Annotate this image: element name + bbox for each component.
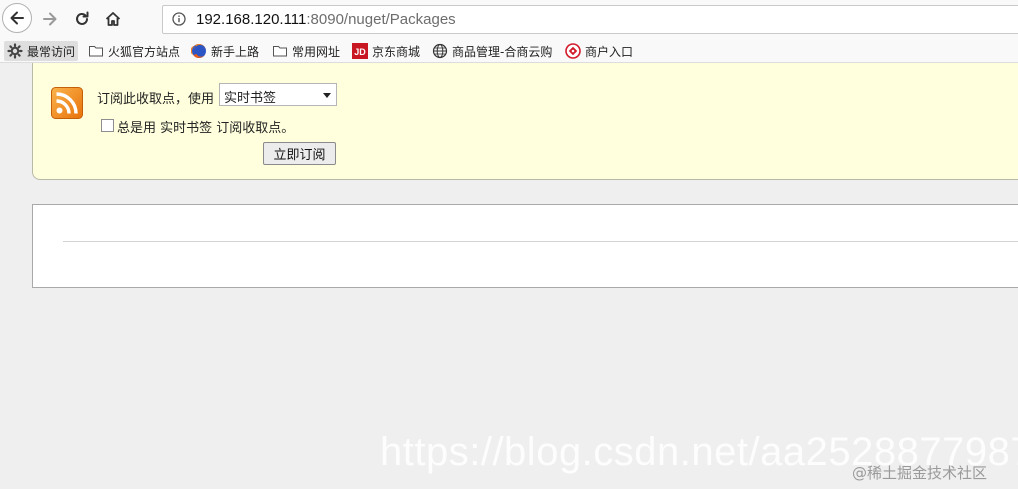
bookmark-label: 商户入口: [585, 44, 634, 59]
forward-button[interactable]: [35, 4, 65, 34]
jd-logo-icon: JD: [352, 43, 368, 59]
globe-icon: [432, 43, 448, 59]
feed-reader-select[interactable]: 实时书签: [219, 83, 337, 106]
rss-feed-icon: [51, 87, 83, 119]
bookmark-label: 常用网址: [292, 44, 341, 59]
always-use-checkbox[interactable]: [101, 119, 114, 132]
url-path: :8090/nuget/Packages: [306, 11, 456, 28]
bookmarks-toolbar: 最常访问 火狐官方站点 新手上路 常用网址 JD 京东商城 商品管理-合商云购 …: [0, 38, 1018, 63]
dropdown-arrow-icon: [323, 93, 331, 98]
home-icon: [105, 12, 121, 26]
bookmark-firefox-official[interactable]: 火狐官方站点: [88, 41, 180, 61]
bookmark-jd-mall[interactable]: JD 京东商城: [352, 41, 420, 61]
reload-button[interactable]: [67, 4, 97, 34]
arrow-right-icon: [43, 12, 57, 26]
bookmark-common-sites[interactable]: 常用网址: [272, 41, 340, 61]
content-divider: [63, 241, 1018, 242]
url-bar[interactable]: 192.168.120.111:8090/nuget/Packages: [162, 5, 1018, 34]
bookmark-getting-started[interactable]: 新手上路: [191, 41, 259, 61]
bookmark-label: 最常访问: [27, 44, 76, 59]
feed-reader-selected-value: 实时书签: [224, 91, 277, 106]
folder-icon: [89, 46, 103, 57]
bookmark-label: 火狐官方站点: [108, 44, 181, 59]
folder-icon: [273, 46, 287, 57]
watermark-site-name: @稀土掘金技术社区: [852, 464, 988, 482]
feed-subscribe-box: 订阅此收取点，使用 实时书签 总是用 实时书签 订阅收取点。 立即订阅: [32, 63, 1018, 180]
url-host: 192.168.120.111: [196, 11, 307, 28]
feed-content-panel: [32, 204, 1018, 288]
always-use-label[interactable]: 总是用 实时书签 订阅收取点。: [117, 117, 294, 136]
bookmark-label: 新手上路: [211, 44, 260, 59]
merchant-logo-icon: [565, 43, 581, 59]
bookmark-merchant-entry[interactable]: 商户入口: [565, 41, 633, 61]
arrow-left-icon: [10, 11, 24, 25]
subscribe-now-button[interactable]: 立即订阅: [263, 142, 336, 165]
browser-toolbar: 192.168.120.111:8090/nuget/Packages: [0, 0, 1018, 38]
firefox-icon: [191, 44, 206, 58]
reload-icon: [76, 11, 89, 25]
back-button[interactable]: [2, 3, 32, 33]
info-icon[interactable]: [172, 12, 186, 26]
svg-text:JD: JD: [354, 47, 366, 57]
bookmark-label: 商品管理-合商云购: [452, 44, 553, 59]
gear-icon: [7, 43, 23, 59]
url-text[interactable]: 192.168.120.111:8090/nuget/Packages: [196, 11, 456, 28]
subscribe-using-label: 订阅此收取点，使用: [97, 92, 215, 107]
bookmark-product-management[interactable]: 商品管理-合商云购: [432, 41, 552, 61]
home-button[interactable]: [98, 4, 128, 34]
bookmark-label: 京东商城: [372, 44, 421, 59]
bookmark-most-visited[interactable]: 最常访问: [4, 41, 79, 61]
